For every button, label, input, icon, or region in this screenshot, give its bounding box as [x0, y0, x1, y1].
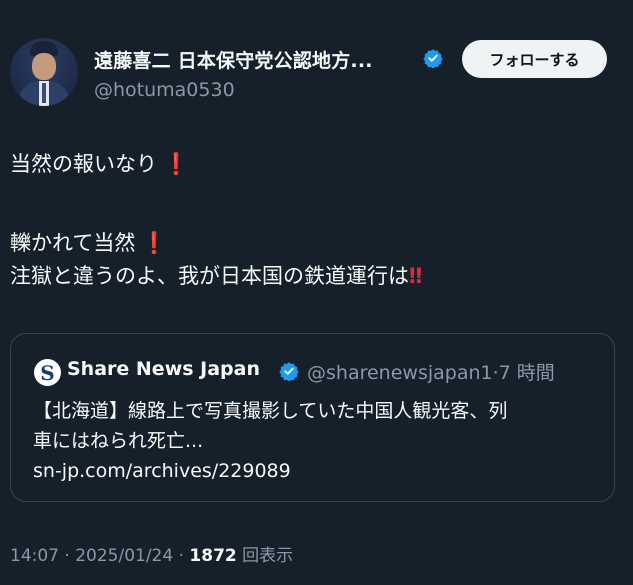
- avatar-face: [32, 53, 56, 80]
- post-header: 遠藤喜二 日本保守党公認地方... @hotuma0530 フォローする: [10, 38, 611, 108]
- author-display-name[interactable]: 遠藤喜二 日本保守党公認地方...: [94, 46, 373, 73]
- author-handle[interactable]: @hotuma0530: [94, 79, 235, 101]
- post-line-1: 当然の報いなり ❗: [10, 148, 419, 181]
- exclamation-icon: ❗: [163, 152, 190, 176]
- post-line-2-text: 轢かれて当然: [10, 231, 136, 255]
- quote-link[interactable]: sn-jp.com/archives/229089: [33, 456, 603, 486]
- quoted-post-card[interactable]: S Share News Japan @sharenewsjapan1·7 時間…: [10, 333, 615, 502]
- avatar-tie: [42, 83, 46, 103]
- post-text: 当然の報いなり ❗ 轢かれて当然 ❗ 注獄と違うのよ、我が日本国の鉄道運行は ‼: [10, 148, 422, 293]
- verified-badge-icon: [423, 49, 443, 68]
- post-timestamp-row: 14:07 · 2025/01/24 · 1872 回表示: [10, 541, 293, 566]
- verified-badge-icon: [279, 362, 299, 381]
- quote-text-line-1: 【北海道】線路上で写真撮影していた中国人観光客、列: [33, 400, 508, 422]
- post-line-3-text: 注獄と違うのよ、我が日本国の鉄道運行は: [10, 264, 409, 288]
- view-count-label: 回表示: [236, 546, 294, 566]
- follow-button[interactable]: フォローする: [462, 40, 607, 78]
- author-avatar[interactable]: [10, 38, 78, 106]
- view-count: 1872: [189, 546, 237, 566]
- post-line-1-text: 当然の報いなり: [10, 152, 157, 176]
- quote-text: 【北海道】線路上で写真撮影していた中国人観光客、列 車にはねられ死亡... sn…: [33, 396, 603, 486]
- quote-text-line-2: 車にはねられ死亡...: [33, 430, 204, 452]
- post-line-2: 轢かれて当然 ❗: [10, 227, 419, 260]
- quote-handle-time[interactable]: @sharenewsjapan1·7 時間: [307, 358, 555, 385]
- double-exclamation-icon: ‼: [409, 264, 422, 288]
- exclamation-icon: ❗: [141, 231, 168, 255]
- post-line-3: 注獄と違うのよ、我が日本国の鉄道運行は ‼: [10, 260, 422, 293]
- post-timestamp[interactable]: 14:07 · 2025/01/24 ·: [10, 546, 189, 566]
- quote-avatar[interactable]: S: [34, 359, 61, 386]
- quote-author-name[interactable]: Share News Japan: [67, 358, 260, 380]
